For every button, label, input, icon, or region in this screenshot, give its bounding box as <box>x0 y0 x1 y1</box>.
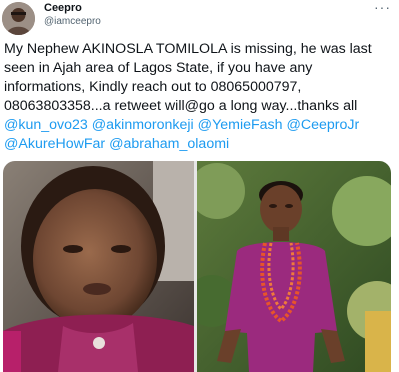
child-standing-image <box>197 161 391 372</box>
child-selfie-photo[interactable] <box>3 161 194 372</box>
author-handle[interactable]: @iamceepro <box>44 16 101 28</box>
tweet-body-text: My Nephew AKINOSLA TOMILOLA is missing, … <box>4 41 372 114</box>
mention-link[interactable]: @kun_ovo23 <box>4 117 88 133</box>
avatar-photo-icon <box>2 2 35 35</box>
mention-link[interactable]: @CeeproJr <box>286 117 359 133</box>
mention-link[interactable]: @abraham_olaomi <box>109 136 229 152</box>
more-options-icon[interactable]: ··· <box>374 0 391 14</box>
mention-link[interactable]: @AkureHowFar <box>4 136 105 152</box>
author-display-name[interactable]: Ceepro <box>44 2 101 14</box>
mention-link[interactable]: @akinmoronkeji <box>92 117 194 133</box>
tweet-media <box>3 161 391 372</box>
child-standing-photo[interactable] <box>197 161 391 372</box>
mention-link[interactable]: @YemieFash <box>198 117 283 133</box>
tweet-text: My Nephew AKINOSLA TOMILOLA is missing, … <box>4 40 396 154</box>
author-avatar[interactable] <box>2 2 35 35</box>
author-block: Ceepro @iamceepro <box>44 2 101 28</box>
child-selfie-image <box>3 161 194 372</box>
tweet-card: Ceepro @iamceepro ··· My Nephew AKINOSLA… <box>0 0 399 372</box>
